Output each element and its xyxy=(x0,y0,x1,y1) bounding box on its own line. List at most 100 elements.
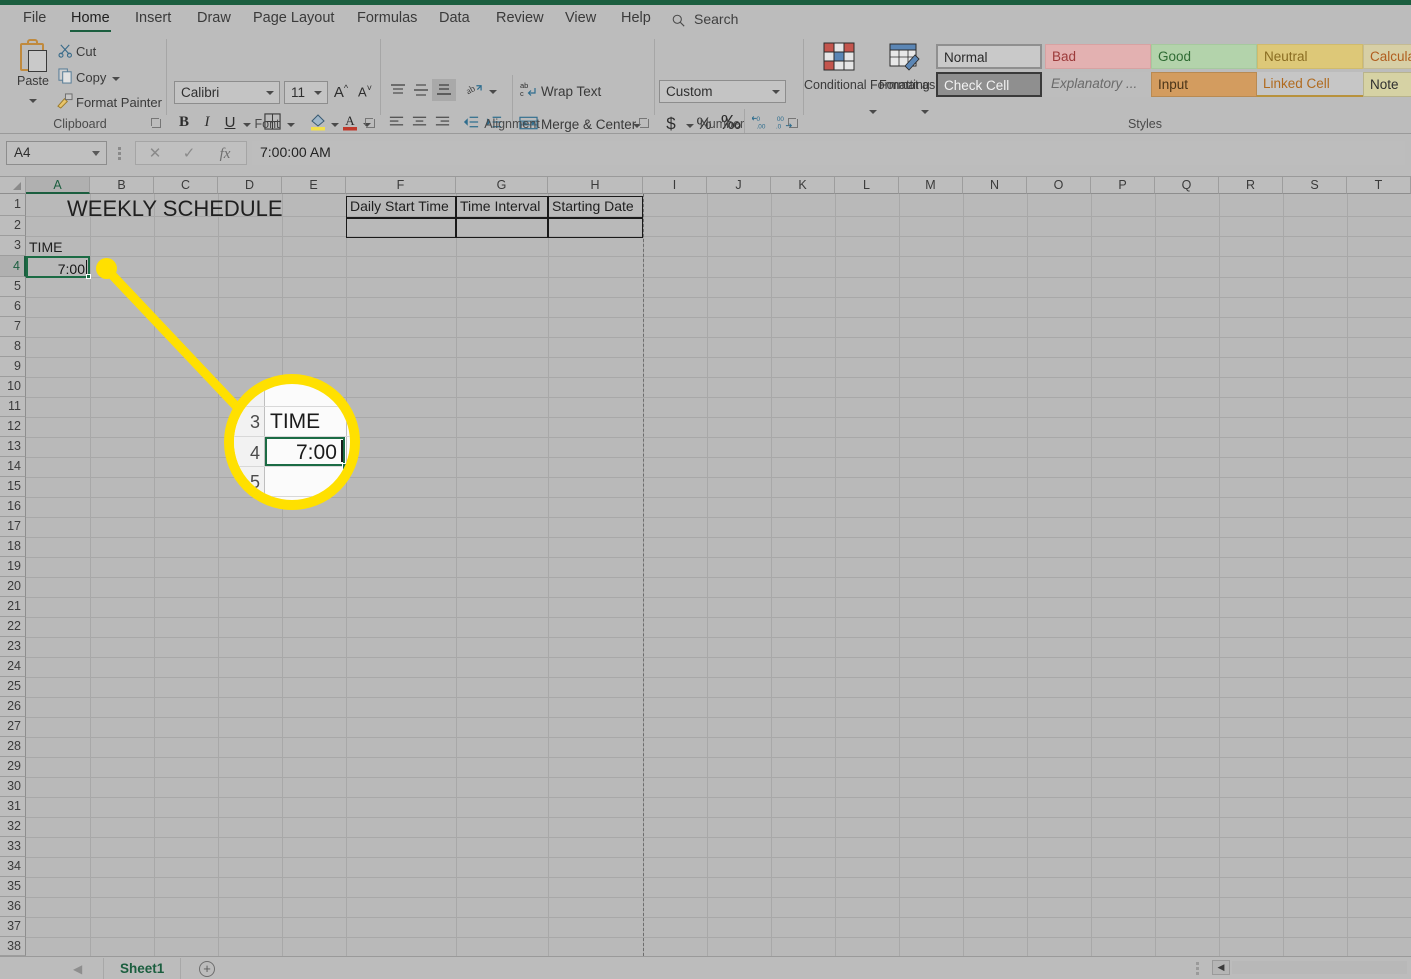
fill-handle[interactable] xyxy=(86,274,91,279)
row-header-1[interactable]: 1 xyxy=(0,194,26,216)
format-painter-label[interactable]: Format Painter xyxy=(76,95,162,110)
row-header-34[interactable]: 34 xyxy=(0,857,26,877)
alignment-dialog-launcher[interactable] xyxy=(639,118,649,128)
cancel-icon[interactable]: ✕ xyxy=(138,144,172,164)
insert-function-icon[interactable]: fx xyxy=(208,144,242,164)
row-header-32[interactable]: 32 xyxy=(0,817,26,837)
ribbon-tab-home[interactable]: Home xyxy=(62,7,119,33)
row-header-7[interactable]: 7 xyxy=(0,317,26,337)
column-header-j[interactable]: J xyxy=(707,177,771,194)
clipboard-dialog-launcher[interactable] xyxy=(151,118,161,128)
column-header-h[interactable]: H xyxy=(548,177,643,194)
cell-h1[interactable]: Starting Date xyxy=(548,196,643,218)
row-header-35[interactable]: 35 xyxy=(0,877,26,897)
row-header-25[interactable]: 25 xyxy=(0,677,26,697)
column-header-d[interactable]: D xyxy=(218,177,282,194)
column-header-l[interactable]: L xyxy=(835,177,899,194)
number-dialog-launcher[interactable] xyxy=(788,118,798,128)
row-header-18[interactable]: 18 xyxy=(0,537,26,557)
nav-prev-icon[interactable]: ◀ xyxy=(73,962,82,976)
decrease-font-size-button[interactable]: A˅ xyxy=(354,83,376,99)
column-header-b[interactable]: B xyxy=(90,177,154,194)
selected-cell-a4[interactable]: 7:00 xyxy=(26,256,90,278)
style-normal[interactable]: Normal xyxy=(936,44,1042,69)
style-linked-cell[interactable]: Linked Cell xyxy=(1257,72,1363,97)
cell-g1[interactable]: Time Interval xyxy=(456,196,548,218)
style-explanatory[interactable]: Explanatory ... xyxy=(1045,72,1151,97)
sheet-tab-sheet1[interactable]: Sheet1 xyxy=(103,958,182,979)
row-header-2[interactable]: 2 xyxy=(0,216,26,236)
row-header-33[interactable]: 33 xyxy=(0,837,26,857)
row-header-13[interactable]: 13 xyxy=(0,437,26,457)
row-header-19[interactable]: 19 xyxy=(0,557,26,577)
column-header-o[interactable]: O xyxy=(1027,177,1091,194)
ribbon-tab-data[interactable]: Data xyxy=(430,7,479,33)
row-header-22[interactable]: 22 xyxy=(0,617,26,637)
conditional-formatting-dropdown-icon[interactable] xyxy=(869,110,877,114)
ribbon-tab-file[interactable]: File xyxy=(14,7,55,33)
select-all-corner[interactable] xyxy=(0,177,26,194)
row-header-14[interactable]: 14 xyxy=(0,457,26,477)
row-header-17[interactable]: 17 xyxy=(0,517,26,537)
name-box[interactable]: A4 xyxy=(6,141,107,165)
cell-f2[interactable] xyxy=(346,218,456,238)
column-header-c[interactable]: C xyxy=(154,177,218,194)
style-check-cell[interactable]: Check Cell xyxy=(936,72,1042,97)
row-header-3[interactable]: 3 xyxy=(0,236,26,256)
row-header-31[interactable]: 31 xyxy=(0,797,26,817)
style-input[interactable]: Input xyxy=(1151,72,1257,97)
row-header-5[interactable]: 5 xyxy=(0,277,26,297)
row-header-23[interactable]: 23 xyxy=(0,637,26,657)
style-bad[interactable]: Bad xyxy=(1045,44,1151,69)
format-as-table-label[interactable]: Format as Table xyxy=(879,78,968,93)
ribbon-tab-help[interactable]: Help xyxy=(612,7,660,33)
increase-font-size-button[interactable]: A^ xyxy=(330,83,352,101)
font-name-combo[interactable]: Calibri xyxy=(174,81,280,104)
row-header-29[interactable]: 29 xyxy=(0,757,26,777)
row-header-24[interactable]: 24 xyxy=(0,657,26,677)
font-dialog-launcher[interactable] xyxy=(365,118,375,128)
column-header-e[interactable]: E xyxy=(282,177,346,194)
ribbon-tab-review[interactable]: Review xyxy=(487,7,553,33)
checkmark-icon[interactable]: ✓ xyxy=(172,144,206,164)
row-header-20[interactable]: 20 xyxy=(0,577,26,597)
row-header-16[interactable]: 16 xyxy=(0,497,26,517)
row-header-27[interactable]: 27 xyxy=(0,717,26,737)
row-header-30[interactable]: 30 xyxy=(0,777,26,797)
row-header-15[interactable]: 15 xyxy=(0,477,26,497)
search-input[interactable]: Search xyxy=(694,11,738,27)
wrap-text-label[interactable]: Wrap Text xyxy=(541,84,601,99)
row-header-6[interactable]: 6 xyxy=(0,297,26,317)
column-header-a[interactable]: A xyxy=(26,177,90,194)
chevron-down-icon[interactable] xyxy=(92,151,100,156)
column-header-k[interactable]: K xyxy=(771,177,835,194)
cell-area[interactable]: WEEKLY SCHEDULE TIME Daily Start Time Time… xyxy=(26,194,1411,956)
column-header-q[interactable]: Q xyxy=(1155,177,1219,194)
add-sheet-button[interactable]: + xyxy=(199,961,215,977)
scroll-grip[interactable] xyxy=(1196,962,1199,975)
style-note[interactable]: Note xyxy=(1363,72,1411,97)
cell-f1[interactable]: Daily Start Time xyxy=(346,196,456,218)
row-header-21[interactable]: 21 xyxy=(0,597,26,617)
cell-a3[interactable]: TIME xyxy=(29,239,62,255)
row-header-8[interactable]: 8 xyxy=(0,337,26,357)
scroll-left-icon[interactable]: ◀ xyxy=(1212,960,1230,975)
style-neutral[interactable]: Neutral xyxy=(1257,44,1363,69)
horizontal-scrollbar[interactable] xyxy=(1232,961,1407,974)
number-format-combo[interactable]: Custom xyxy=(659,80,786,103)
ribbon-tab-page-layout[interactable]: Page Layout xyxy=(244,7,343,33)
column-header-f[interactable]: F xyxy=(346,177,456,194)
column-header-t[interactable]: T xyxy=(1347,177,1411,194)
cell-h2[interactable] xyxy=(548,218,643,238)
ribbon-tab-insert[interactable]: Insert xyxy=(126,7,180,33)
row-header-11[interactable]: 11 xyxy=(0,397,26,417)
copy-dropdown-icon[interactable] xyxy=(112,77,120,81)
style-calculation[interactable]: Calculation xyxy=(1363,44,1411,69)
orientation-dropdown-icon[interactable] xyxy=(489,90,497,94)
column-header-i[interactable]: I xyxy=(643,177,707,194)
format-as-table-dropdown-icon[interactable] xyxy=(921,110,929,114)
paste-dropdown-icon[interactable] xyxy=(29,99,37,103)
row-header-37[interactable]: 37 xyxy=(0,917,26,937)
column-header-m[interactable]: M xyxy=(899,177,963,194)
column-header-n[interactable]: N xyxy=(963,177,1027,194)
